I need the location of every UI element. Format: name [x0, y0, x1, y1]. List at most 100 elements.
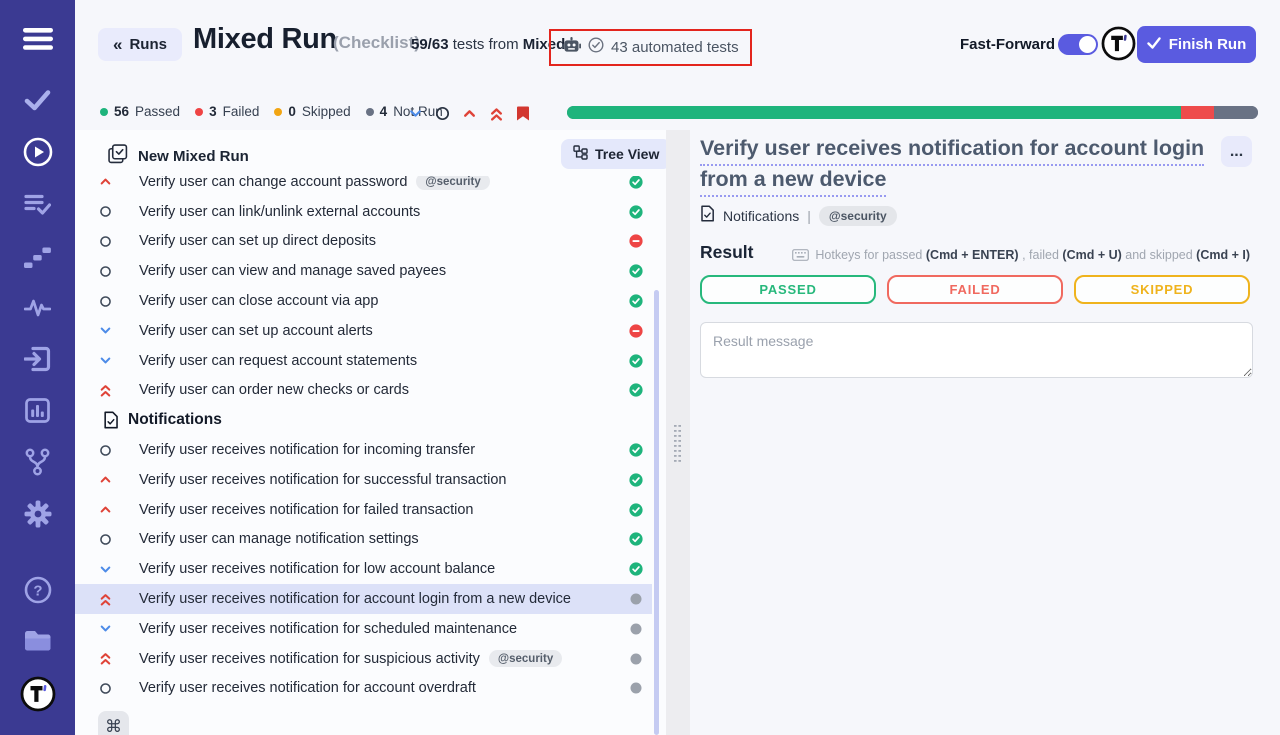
- document-icon: [103, 411, 119, 429]
- test-item-row[interactable]: Verify user can link/unlink external acc…: [75, 197, 652, 227]
- run-title: Mixed Run: [193, 23, 337, 56]
- menu-icon[interactable]: [0, 28, 75, 50]
- priority-low-icon: [99, 354, 112, 367]
- check-icon: [1147, 36, 1161, 53]
- activity-icon[interactable]: [0, 298, 75, 317]
- test-item-row[interactable]: Verify user can order new checks or card…: [75, 376, 652, 406]
- priority-high-filter-icon[interactable]: [462, 106, 477, 121]
- testomat-logo-icon[interactable]: [0, 676, 75, 712]
- priority-high-icon: [99, 473, 112, 486]
- tests-ratio: 59/63: [411, 36, 449, 53]
- result-heading: Result: [700, 242, 753, 263]
- priority-normal-icon: [99, 533, 112, 546]
- test-item-row[interactable]: Verify user can close account via app: [75, 286, 652, 316]
- priority-critical-filter-icon[interactable]: [489, 106, 504, 121]
- test-item-row[interactable]: Verify user receives notification for sc…: [75, 614, 652, 644]
- help-icon[interactable]: ?: [0, 576, 75, 604]
- fast-forward-label: Fast-Forward: [960, 36, 1055, 53]
- list-scrollbar[interactable]: [654, 290, 659, 735]
- list-check-icon[interactable]: [0, 193, 75, 216]
- automated-tests-badge-annotation[interactable]: 43 automated tests: [549, 29, 752, 66]
- status-failed-icon: [629, 324, 643, 338]
- status-passed-icon: [629, 354, 643, 368]
- hotkeys-hint: Hotkeys for passed (Cmd + ENTER) , faile…: [780, 248, 1250, 264]
- tag-badge: @security: [489, 650, 562, 667]
- bookmark-filter-icon[interactable]: [516, 105, 530, 122]
- test-title: Verify user can set up direct deposits: [139, 233, 376, 249]
- result-status-buttons: PASSED FAILED SKIPPED: [700, 275, 1250, 304]
- run-type-label: (Checklist): [333, 33, 420, 53]
- priority-normal-icon: [99, 265, 112, 278]
- test-item-row[interactable]: Verify user can set up account alerts: [75, 316, 652, 346]
- result-message-input[interactable]: [700, 322, 1253, 378]
- document-icon: [700, 205, 715, 227]
- test-item-row[interactable]: Verify user receives notification for fa…: [75, 495, 652, 525]
- branch-icon[interactable]: [0, 448, 75, 476]
- progress-passed-segment: [567, 106, 1181, 119]
- test-item-row[interactable]: Verify user receives notification for ac…: [75, 674, 652, 704]
- priority-normal-icon: [99, 682, 112, 695]
- settings-gear-icon[interactable]: [0, 500, 75, 528]
- priority-low-filter-icon[interactable]: [408, 106, 423, 121]
- suite-section-row[interactable]: Notifications: [75, 405, 652, 435]
- notrun-dot-icon: [366, 108, 374, 116]
- test-item-row[interactable]: Verify user can set up direct deposits: [75, 227, 652, 257]
- status-notrun-icon: [629, 592, 643, 606]
- test-item-row[interactable]: Verify user receives notification for su…: [75, 644, 652, 674]
- status-passed-icon: [629, 383, 643, 397]
- back-to-runs-button[interactable]: « Runs: [98, 28, 182, 61]
- checklist-copy-icon: [108, 144, 128, 169]
- command-hotkeys-button[interactable]: ⌘: [98, 711, 129, 735]
- skipped-button[interactable]: SKIPPED: [1074, 275, 1250, 304]
- panel-resize-divider[interactable]: [666, 130, 690, 735]
- projects-folder-icon[interactable]: [0, 629, 75, 653]
- priority-critical-icon: [99, 593, 112, 606]
- passed-button[interactable]: PASSED: [700, 275, 876, 304]
- test-item-row[interactable]: Verify user can manage notification sett…: [75, 525, 652, 555]
- robot-icon: [562, 37, 581, 59]
- tree-view-button[interactable]: Tree View: [561, 139, 671, 169]
- status-passed-icon: [629, 176, 643, 189]
- sidebar: ?: [0, 0, 75, 735]
- failed-button[interactable]: FAILED: [887, 275, 1063, 304]
- run-progress-bar: [567, 106, 1258, 119]
- test-item-row[interactable]: Verify user can request account statemen…: [75, 346, 652, 376]
- more-options-button[interactable]: ...: [1221, 136, 1252, 167]
- app-window: ? « Runs Mixed Run (Checklist) 59/63 tes…: [0, 0, 1280, 735]
- runs-button-label: Runs: [129, 36, 167, 53]
- progress-failed-segment: [1181, 106, 1214, 119]
- priority-normal-filter-icon[interactable]: [435, 106, 450, 121]
- status-passed-icon: [629, 294, 643, 308]
- test-title: Verify user receives notification for in…: [139, 442, 475, 458]
- play-circle-icon[interactable]: [0, 137, 75, 167]
- test-item-row[interactable]: Verify user can change account password@…: [75, 176, 652, 197]
- test-item-row[interactable]: Verify user receives notification for su…: [75, 465, 652, 495]
- test-title: Verify user can order new checks or card…: [139, 382, 409, 398]
- test-item-row[interactable]: Verify user receives notification for in…: [75, 435, 652, 465]
- tag-badge: @security: [416, 176, 489, 190]
- priority-critical-icon: [99, 652, 112, 665]
- priority-normal-icon: [99, 205, 112, 218]
- fast-forward-toggle[interactable]: [1058, 34, 1098, 55]
- test-list: Verify user can change account password@…: [75, 176, 655, 735]
- status-passed-icon: [629, 473, 643, 487]
- finish-run-button[interactable]: Finish Run: [1137, 26, 1256, 63]
- suite-breadcrumb[interactable]: Notifications: [723, 208, 799, 224]
- test-title: Verify user receives notification for ac…: [139, 591, 571, 607]
- testomat-logo-icon[interactable]: [1101, 26, 1136, 66]
- steps-icon[interactable]: [0, 246, 75, 269]
- test-title: Verify user can request account statemen…: [139, 353, 417, 369]
- test-title: Verify user receives notification for su…: [139, 472, 507, 488]
- check-icon[interactable]: [0, 89, 75, 111]
- import-icon[interactable]: [0, 346, 75, 372]
- tag-badge[interactable]: @security: [819, 206, 897, 226]
- failed-dot-icon: [195, 108, 203, 116]
- test-item-row[interactable]: Verify user can view and manage saved pa…: [75, 256, 652, 286]
- test-item-row[interactable]: Verify user receives notification for lo…: [75, 554, 652, 584]
- test-title: Verify user can close account via app: [139, 293, 378, 309]
- test-title: Verify user can link/unlink external acc…: [139, 204, 420, 220]
- test-item-row[interactable]: Verify user receives notification for ac…: [75, 584, 652, 614]
- report-icon[interactable]: [0, 398, 75, 423]
- test-detail-meta: Notifications | @security: [700, 205, 897, 227]
- run-list-header: New Mixed Run: [108, 144, 249, 169]
